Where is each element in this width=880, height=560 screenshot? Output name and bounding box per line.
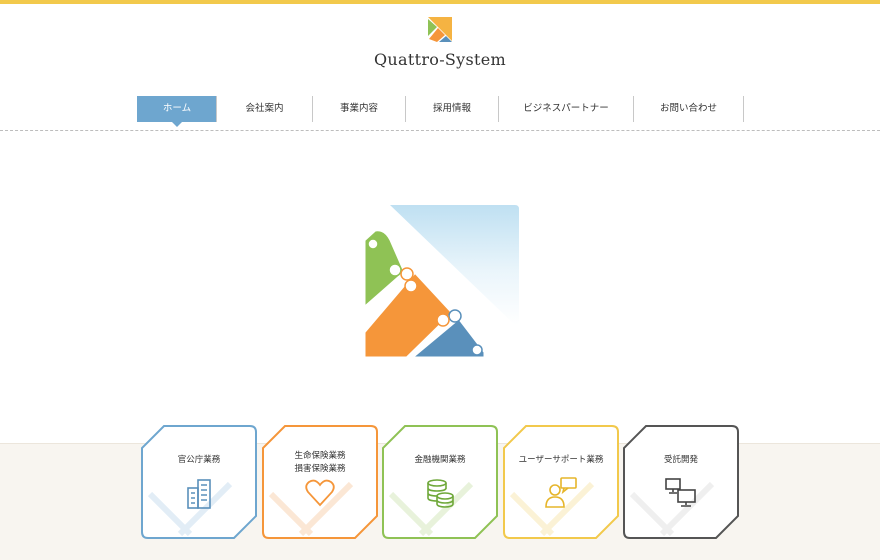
nav-item-recruit[interactable]: 採用情報 <box>405 96 498 122</box>
nav-divider <box>0 130 880 131</box>
support-chat-icon <box>545 477 577 508</box>
hero-logo-illustration <box>362 205 519 360</box>
computers-icon <box>665 478 696 507</box>
logo-text: Quattro-System <box>374 50 506 69</box>
nav-item-partners[interactable]: ビジネスパートナー <box>498 96 633 122</box>
service-card-label: 金融機関業務 <box>414 455 466 465</box>
building-icon <box>187 479 211 509</box>
service-card-label: 官公庁業務 <box>177 455 221 465</box>
service-card-insurance[interactable]: 生命保険業務 損害保険業務 <box>261 424 379 540</box>
service-card-label: 生命保険業務 損害保険業務 <box>294 451 346 474</box>
nav-item-company[interactable]: 会社案内 <box>216 96 312 122</box>
service-card-user-support[interactable]: ユーザーサポート業務 <box>502 424 620 540</box>
service-card-contract-development[interactable]: 受託開発 <box>622 424 740 540</box>
service-card-label: 受託開発 <box>663 455 698 465</box>
logo-mark-icon <box>428 17 452 42</box>
main-nav: ホーム 会社案内 事業内容 採用情報 ビジネスパートナー お問い合わせ <box>137 96 744 127</box>
nav-item-contact[interactable]: お問い合わせ <box>633 96 744 122</box>
coins-icon <box>427 479 454 508</box>
heart-icon <box>305 479 335 507</box>
nav-item-home[interactable]: ホーム <box>137 96 216 127</box>
top-accent-bar <box>0 0 880 4</box>
service-card-government[interactable]: 官公庁業務 <box>140 424 258 540</box>
service-card-finance[interactable]: 金融機関業務 <box>381 424 499 540</box>
service-card-label: ユーザーサポート業務 <box>518 455 604 465</box>
nav-item-business[interactable]: 事業内容 <box>312 96 405 122</box>
site-logo[interactable]: Quattro-System <box>0 14 880 69</box>
